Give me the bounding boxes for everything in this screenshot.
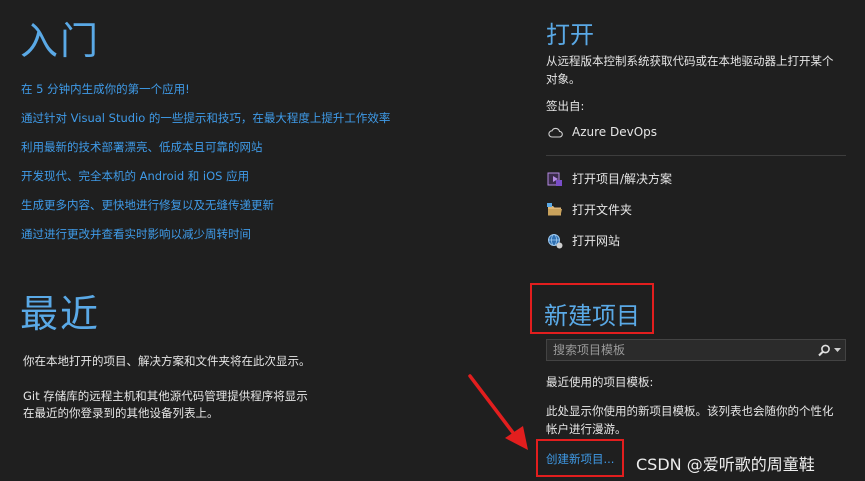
getting-started-link-3[interactable]: 利用最新的技术部署漂亮、低成本且可靠的网站 bbox=[21, 139, 263, 155]
create-new-project-link[interactable]: 创建新项目... bbox=[546, 451, 614, 467]
getting-started-link-4[interactable]: 开发现代、完全本机的 Android 和 iOS 应用 bbox=[21, 168, 249, 184]
recent-templates-description-line2: 帐户进行漫游。 bbox=[546, 422, 627, 436]
open-website-label: 打开网站 bbox=[572, 234, 621, 248]
getting-started-link-5[interactable]: 生成更多内容、更快地进行修复以及无缝传递更新 bbox=[21, 197, 274, 213]
template-search-box[interactable] bbox=[546, 339, 846, 361]
solution-file-icon bbox=[547, 171, 563, 187]
open-project-label: 打开项目/解决方案 bbox=[572, 172, 673, 186]
recent-templates-description-line1: 此处显示你使用的新项目模板。该列表也会随你的个性化 bbox=[546, 404, 834, 418]
recent-description: 你在本地打开的项目、解决方案和文件夹将在此次显示。 bbox=[23, 354, 311, 368]
azure-devops-item[interactable]: Azure DevOps bbox=[547, 124, 657, 140]
getting-started-link-1[interactable]: 在 5 分钟内生成你的第一个应用! bbox=[21, 81, 190, 97]
azure-devops-label: Azure DevOps bbox=[572, 125, 658, 139]
recent-templates-label: 最近使用的项目模板: bbox=[546, 375, 654, 389]
cloud-icon bbox=[547, 124, 563, 140]
getting-started-link-6[interactable]: 通过进行更改并查看实时影响以减少周转时间 bbox=[21, 226, 251, 242]
open-website-item[interactable]: 打开网站 bbox=[547, 232, 620, 249]
template-search-input[interactable] bbox=[547, 340, 818, 360]
globe-icon bbox=[547, 233, 563, 249]
open-folder-label: 打开文件夹 bbox=[572, 203, 633, 217]
search-icon[interactable] bbox=[818, 344, 834, 357]
new-project-title: 新建项目 bbox=[544, 302, 640, 330]
watermark-text: CSDN @爱听歌的周童鞋 bbox=[636, 455, 815, 474]
open-description-line1: 从远程版本控制系统获取代码或在本地驱动器上打开某个 bbox=[546, 54, 834, 68]
recent-git-description-line2: 在最近的你登录到的其他设备列表上。 bbox=[23, 406, 219, 420]
checkout-label: 签出自: bbox=[546, 99, 585, 113]
open-title: 打开 bbox=[546, 21, 594, 49]
search-dropdown-icon[interactable] bbox=[834, 347, 845, 353]
open-folder-item[interactable]: 打开文件夹 bbox=[547, 201, 632, 218]
recent-title: 最近 bbox=[20, 292, 101, 336]
open-divider bbox=[546, 155, 846, 156]
getting-started-title: 入门 bbox=[20, 19, 101, 63]
getting-started-link-2[interactable]: 通过针对 Visual Studio 的一些提示和技巧，在最大程度上提升工作效率 bbox=[21, 110, 390, 126]
open-description-line2: 对象。 bbox=[546, 72, 581, 86]
annotation-arrow-icon bbox=[468, 374, 528, 450]
open-project-item[interactable]: 打开项目/解决方案 bbox=[547, 170, 672, 187]
folder-icon bbox=[547, 202, 563, 218]
